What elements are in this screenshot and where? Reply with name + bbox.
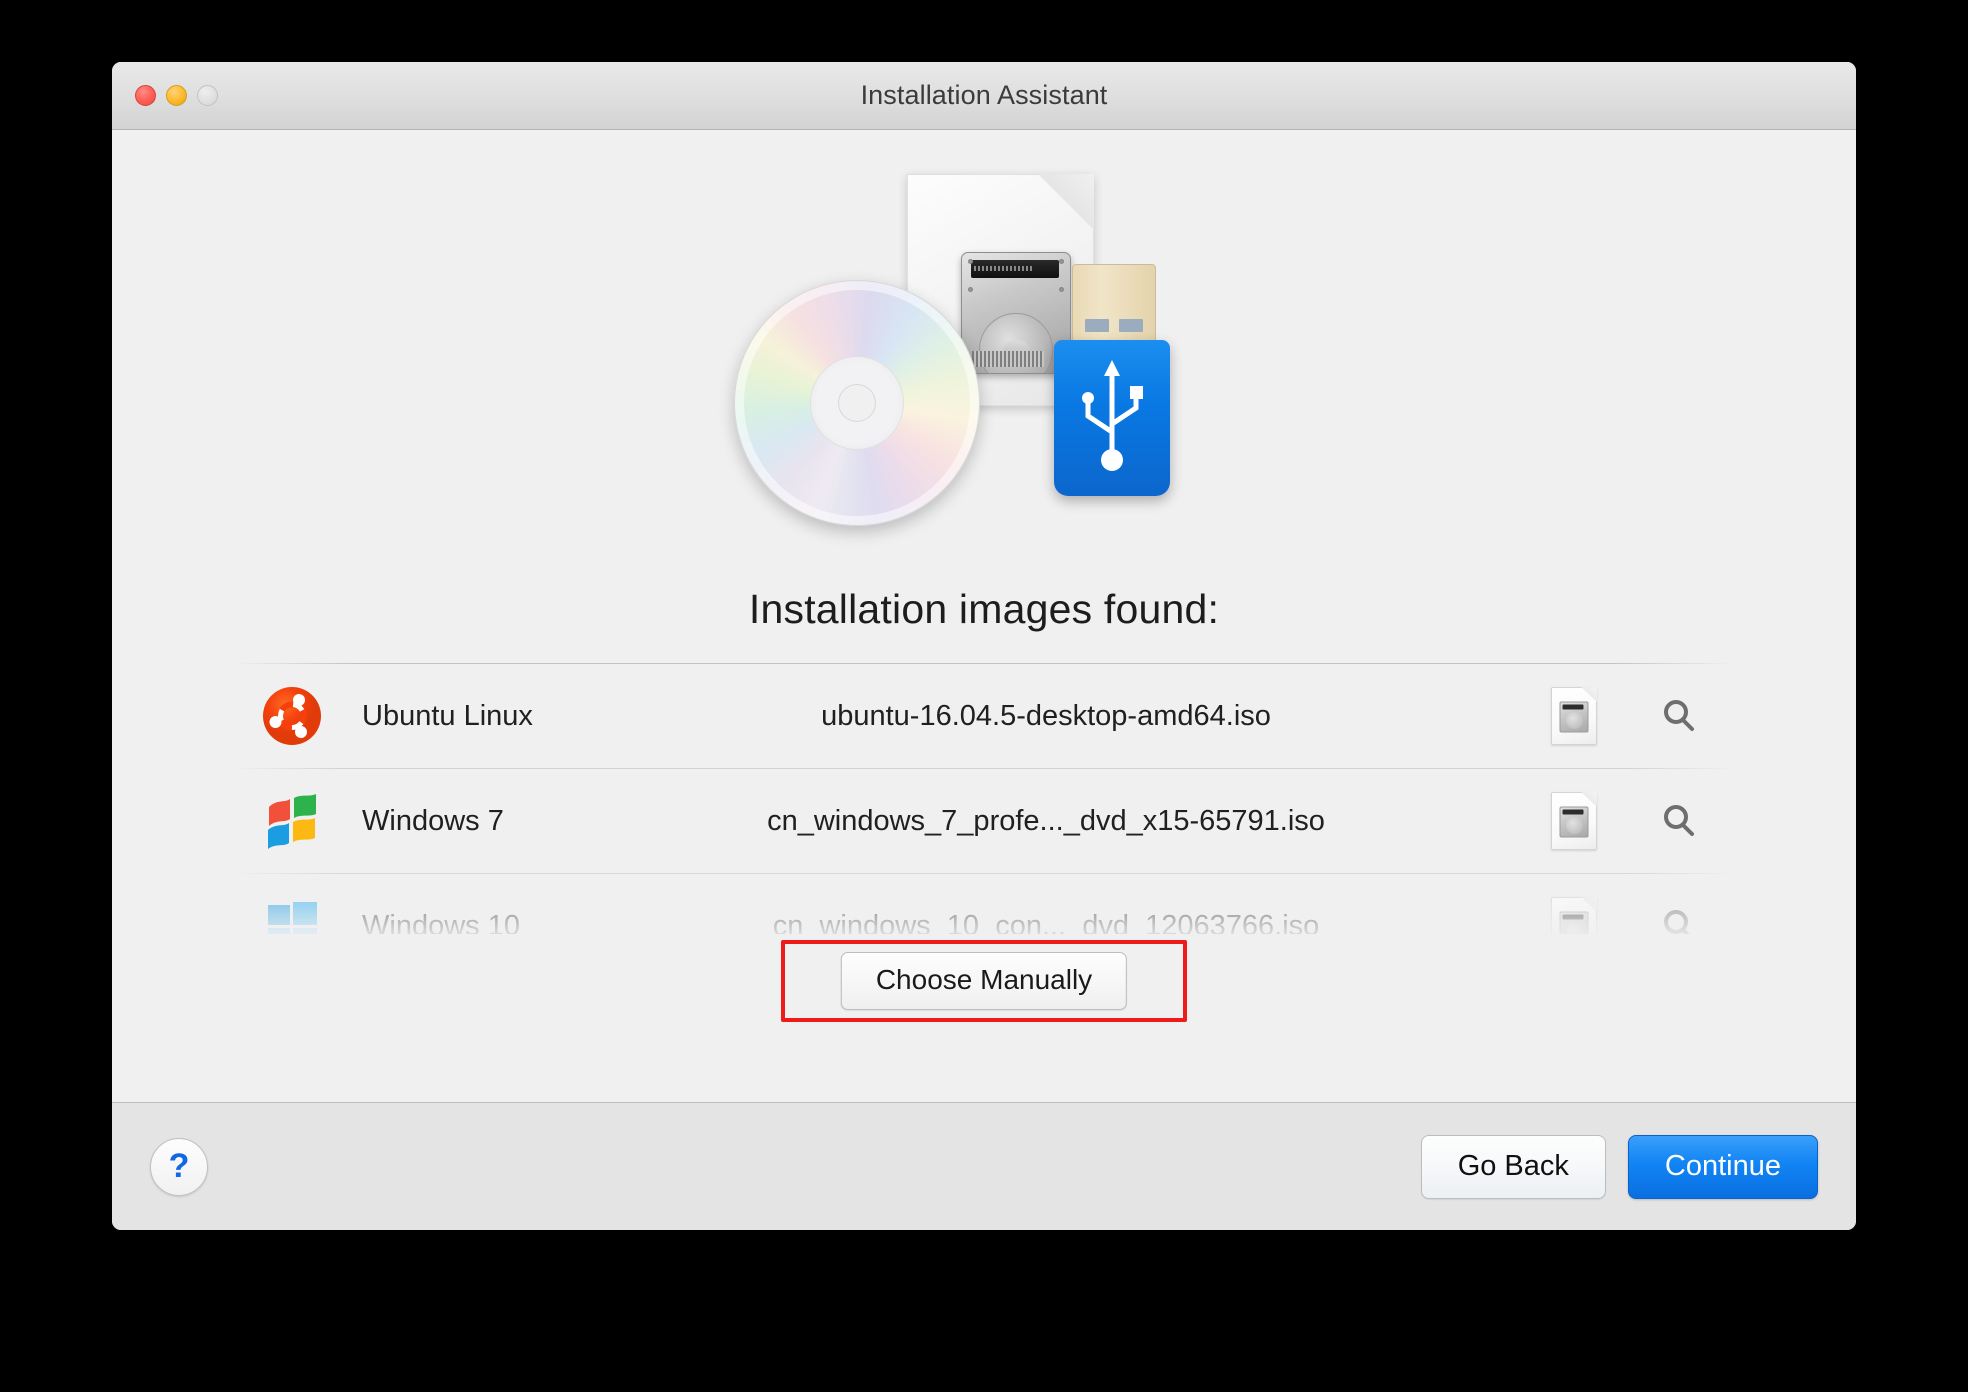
- list-item[interactable]: Windows 10 cn_windows_10_con..._dvd_1206…: [234, 874, 1734, 934]
- traffic-light-group: [135, 62, 218, 129]
- cd-disc-icon: [734, 280, 980, 526]
- hard-drive-screw: [968, 259, 973, 264]
- choose-manually-area: Choose Manually: [781, 940, 1187, 1022]
- window-content: Installation images found: Ubuntu Linux …: [112, 130, 1856, 1102]
- list-item-filename: ubuntu-16.04.5-desktop-amd64.iso: [821, 699, 1271, 732]
- hard-drive-screw: [1059, 287, 1064, 292]
- installation-images-list[interactable]: Ubuntu Linux ubuntu-16.04.5-desktop-amd6…: [234, 664, 1734, 934]
- usb-symbol-icon: [1082, 360, 1143, 471]
- magnifier-icon[interactable]: [1624, 801, 1734, 841]
- list-item[interactable]: Ubuntu Linux ubuntu-16.04.5-desktop-amd6…: [234, 664, 1734, 768]
- window-title: Installation Assistant: [860, 80, 1108, 110]
- window-footer: ? Go Back Continue: [112, 1102, 1856, 1230]
- page-title: Installation images found:: [748, 586, 1220, 632]
- go-back-button[interactable]: Go Back: [1420, 1134, 1606, 1199]
- list-item-os-name: Windows 7: [362, 804, 504, 837]
- hard-drive-screw: [968, 287, 973, 292]
- usb-contact-pin: [1119, 319, 1143, 332]
- disk-image-file-icon: [1524, 792, 1624, 850]
- disk-image-file-icon: [1524, 687, 1624, 745]
- minimize-button[interactable]: [166, 85, 187, 106]
- magnifier-icon[interactable]: [1624, 906, 1734, 934]
- close-button[interactable]: [135, 85, 156, 106]
- window-titlebar: Installation Assistant: [112, 62, 1856, 130]
- list-item-filename: cn_windows_10_con..._dvd_12063766.iso: [772, 909, 1320, 935]
- list-item-os-name: Windows 10: [362, 909, 520, 935]
- document-fold-corner: [1038, 174, 1094, 230]
- magnifier-icon[interactable]: [1624, 696, 1734, 736]
- list-item-os-name: Ubuntu Linux: [362, 699, 533, 732]
- list-item[interactable]: Windows 7 cn_windows_7_profe..._dvd_x15-…: [234, 769, 1734, 873]
- hard-drive-vents: [972, 351, 1044, 367]
- windows-10-logo-icon: [236, 899, 348, 934]
- zoom-button: [197, 85, 218, 106]
- usb-contact-pin: [1085, 319, 1109, 332]
- installation-assistant-window: Installation Assistant Installation imag…: [112, 62, 1856, 1230]
- hard-drive-screw: [1059, 259, 1064, 264]
- windows-7-logo-icon: [236, 793, 348, 849]
- hard-drive-label: [971, 260, 1059, 278]
- disk-image-file-icon: [1524, 897, 1624, 934]
- ubuntu-logo-icon: [236, 685, 348, 747]
- choose-manually-button[interactable]: Choose Manually: [840, 952, 1128, 1010]
- help-button[interactable]: ?: [150, 1137, 208, 1196]
- continue-button[interactable]: Continue: [1627, 1134, 1818, 1199]
- list-item-filename: cn_windows_7_profe..._dvd_x15-65791.iso: [767, 804, 1325, 837]
- installation-media-illustration: [724, 154, 1244, 564]
